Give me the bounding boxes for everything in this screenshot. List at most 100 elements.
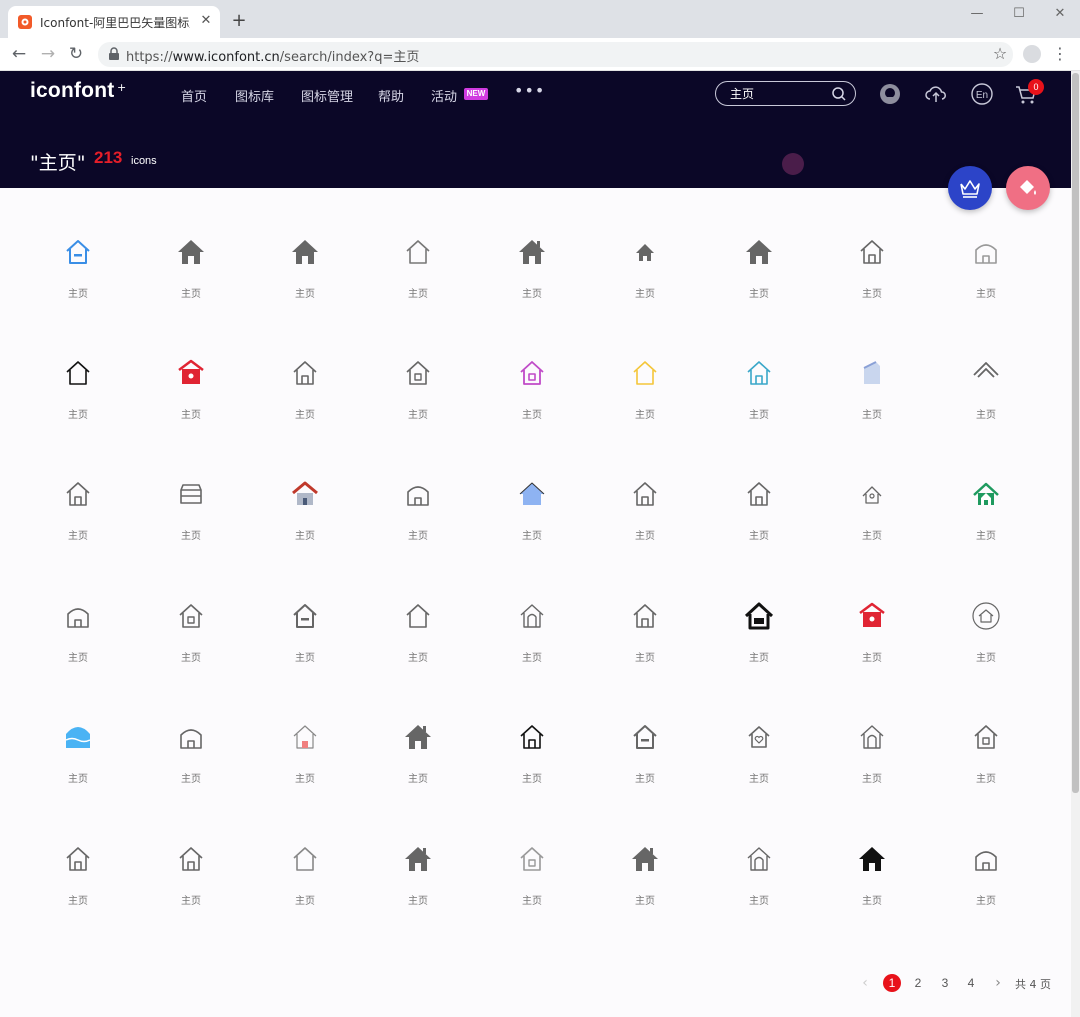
- icon-card[interactable]: 主页: [709, 600, 809, 680]
- icon-card[interactable]: 主页: [822, 478, 922, 558]
- icon-card[interactable]: 主页: [936, 721, 1036, 801]
- page-2-button[interactable]: 2: [909, 974, 927, 992]
- nav-icon-manage[interactable]: 图标管理: [301, 86, 353, 105]
- icon-card[interactable]: 主页: [936, 843, 1036, 923]
- icon-card[interactable]: 主页: [482, 600, 582, 680]
- icon-card[interactable]: 主页: [368, 357, 468, 437]
- vip-crown-button[interactable]: [948, 166, 992, 210]
- language-en-icon[interactable]: En: [970, 82, 994, 106]
- icon-card[interactable]: 主页: [709, 236, 809, 316]
- github-icon[interactable]: [878, 82, 902, 106]
- back-arrow-icon[interactable]: ←: [9, 44, 29, 64]
- icon-card[interactable]: 主页: [255, 357, 355, 437]
- icon-card[interactable]: 主页: [822, 721, 922, 801]
- icon-card[interactable]: 主页: [936, 236, 1036, 316]
- icon-card[interactable]: 主页: [482, 236, 582, 316]
- icon-card[interactable]: 主页: [595, 600, 695, 680]
- icon-card[interactable]: 主页: [482, 843, 582, 923]
- prev-page-button[interactable]: ‹: [858, 974, 872, 992]
- icon-card[interactable]: 主页: [141, 478, 241, 558]
- site-logo[interactable]: iconfont: [30, 79, 114, 103]
- icon-label: 主页: [522, 531, 542, 542]
- icon-card[interactable]: 主页: [595, 843, 695, 923]
- address-bar[interactable]: https://www.iconfont.cn/search/index?q=主…: [98, 42, 1013, 67]
- profile-avatar-icon[interactable]: [1023, 45, 1041, 63]
- icon-card[interactable]: 主页: [141, 721, 241, 801]
- icon-card[interactable]: 主页: [822, 600, 922, 680]
- search-input[interactable]: [730, 85, 830, 102]
- icon-card[interactable]: 主页: [709, 357, 809, 437]
- page-3-button[interactable]: 3: [936, 974, 954, 992]
- icon-card[interactable]: 主页: [255, 721, 355, 801]
- icon-card[interactable]: 主页: [368, 843, 468, 923]
- icon-card[interactable]: 主页: [255, 236, 355, 316]
- reload-icon[interactable]: ↻: [66, 44, 86, 64]
- icon-card[interactable]: 主页: [28, 600, 128, 680]
- more-menu-icon[interactable]: •••: [514, 81, 545, 100]
- page-4-button[interactable]: 4: [962, 974, 980, 992]
- icon-card[interactable]: 主页: [709, 721, 809, 801]
- minimize-icon[interactable]: —: [962, 4, 992, 24]
- icon-card[interactable]: 主页: [141, 357, 241, 437]
- nav-help[interactable]: 帮助: [378, 86, 404, 105]
- page-1-button[interactable]: 1: [883, 974, 901, 992]
- icon-label: 主页: [976, 774, 996, 785]
- icon-label: 主页: [635, 774, 655, 785]
- icon-card[interactable]: 主页: [28, 357, 128, 437]
- icon-card[interactable]: 主页: [709, 478, 809, 558]
- icon-card[interactable]: 主页: [28, 721, 128, 801]
- icon-card[interactable]: 主页: [28, 236, 128, 316]
- icon-card[interactable]: 主页: [28, 478, 128, 558]
- upload-cloud-icon[interactable]: [924, 82, 948, 106]
- home-icon: [178, 359, 204, 384]
- home-icon: [860, 725, 884, 749]
- icon-label: 主页: [522, 653, 542, 664]
- icon-card[interactable]: 主页: [482, 721, 582, 801]
- icon-label: 主页: [749, 774, 769, 785]
- icon-card[interactable]: 主页: [595, 357, 695, 437]
- next-page-button[interactable]: ›: [991, 974, 1005, 992]
- url-text: https://www.iconfont.cn/search/index?q=主…: [126, 46, 419, 65]
- bookmark-star-icon[interactable]: ☆: [991, 45, 1009, 63]
- home-icon: [179, 847, 203, 871]
- icon-card[interactable]: 主页: [255, 843, 355, 923]
- tab-close-icon[interactable]: ✕: [198, 13, 214, 29]
- icon-card[interactable]: 主页: [822, 357, 922, 437]
- home-icon: [862, 486, 882, 504]
- icon-card[interactable]: 主页: [28, 843, 128, 923]
- icon-card[interactable]: 主页: [822, 843, 922, 923]
- icon-card[interactable]: 主页: [368, 236, 468, 316]
- nav-home[interactable]: 首页: [181, 86, 207, 105]
- icon-card[interactable]: 主页: [482, 478, 582, 558]
- icon-card[interactable]: 主页: [936, 357, 1036, 437]
- icon-card[interactable]: 主页: [595, 478, 695, 558]
- icon-card[interactable]: 主页: [595, 236, 695, 316]
- theme-paint-button[interactable]: [1006, 166, 1050, 210]
- icon-card[interactable]: 主页: [368, 600, 468, 680]
- scrollbar-thumb[interactable]: [1072, 73, 1079, 793]
- icon-card[interactable]: 主页: [595, 721, 695, 801]
- window-close-icon[interactable]: ✕: [1045, 4, 1075, 24]
- forward-arrow-icon[interactable]: →: [38, 44, 58, 64]
- icon-card[interactable]: 主页: [255, 478, 355, 558]
- nav-events[interactable]: 活动: [431, 86, 457, 105]
- icon-card[interactable]: 主页: [141, 600, 241, 680]
- icon-card[interactable]: 主页: [368, 478, 468, 558]
- icon-card[interactable]: 主页: [822, 236, 922, 316]
- search-icon[interactable]: [831, 86, 847, 102]
- icon-card[interactable]: 主页: [141, 236, 241, 316]
- maximize-icon[interactable]: ☐: [1004, 4, 1034, 24]
- icon-card[interactable]: 主页: [255, 600, 355, 680]
- page-scrollbar[interactable]: [1071, 71, 1080, 1017]
- icon-card[interactable]: 主页: [482, 357, 582, 437]
- home-icon: [633, 482, 657, 506]
- icon-card[interactable]: 主页: [936, 600, 1036, 680]
- browser-menu-icon[interactable]: ⋮: [1052, 44, 1068, 64]
- browser-tab[interactable]: Iconfont-阿里巴巴矢量图标库 ✕: [8, 6, 220, 38]
- icon-card[interactable]: 主页: [709, 843, 809, 923]
- nav-icon-library[interactable]: 图标库: [235, 86, 274, 105]
- icon-card[interactable]: 主页: [368, 721, 468, 801]
- icon-card[interactable]: 主页: [141, 843, 241, 923]
- icon-card[interactable]: 主页: [936, 478, 1036, 558]
- new-tab-icon[interactable]: +: [230, 12, 248, 30]
